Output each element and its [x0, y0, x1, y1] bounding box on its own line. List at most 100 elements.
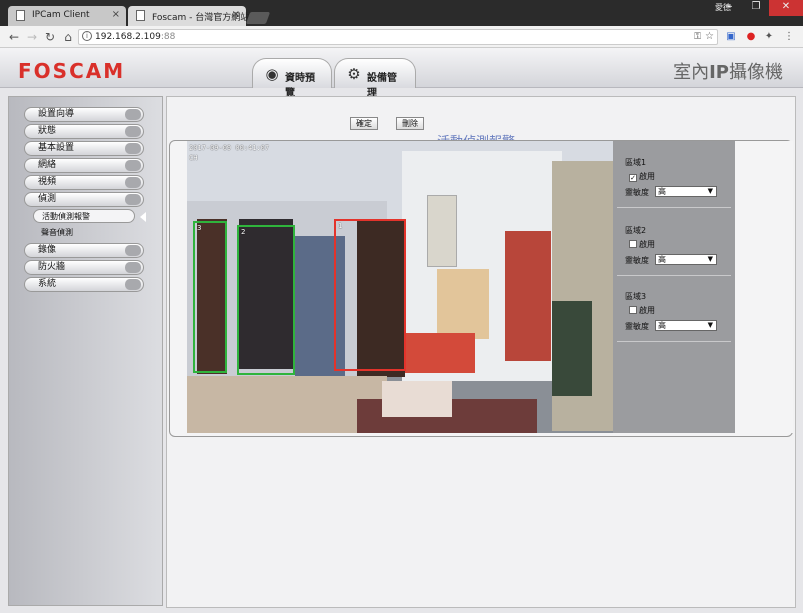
- zone-3-enable[interactable]: 啟用: [629, 305, 655, 316]
- detection-zone-1[interactable]: 1: [334, 219, 406, 371]
- zone-2-checkbox[interactable]: [629, 240, 637, 248]
- scene-can: [437, 269, 489, 339]
- extension-icon[interactable]: ✦: [762, 30, 776, 44]
- scene-bag: [505, 231, 551, 361]
- sidebar-item-firewall[interactable]: 防火牆: [24, 260, 144, 275]
- sidebar-subitem-motion-detection[interactable]: 活動偵測報警: [33, 209, 135, 223]
- confirm-button[interactable]: 確定: [350, 117, 378, 130]
- zone-2-settings: 區域2 啟用 靈敏度 高 ▼: [613, 225, 735, 277]
- zone-2-enable[interactable]: 啟用: [629, 239, 655, 250]
- sidebar-item-record[interactable]: 錄像: [24, 243, 144, 258]
- settings-sidebar: 設置向導 狀態 基本設置 網絡 視頻 偵測 活動偵測報警 聲音偵測 錄像 防火牆…: [8, 96, 163, 606]
- browser-tabbar: IPCam Client × Foscam - 台灣官方網站 × 愛德 – ❐ …: [0, 0, 803, 26]
- tab-device-settings[interactable]: ⚙ 設備管理: [334, 58, 416, 99]
- camera-video[interactable]: 2017-09-09 00:41:07 CH 1 2 3: [187, 141, 613, 433]
- key-icon[interactable]: ⚿: [694, 30, 701, 44]
- delete-button[interactable]: 刪除: [396, 117, 424, 130]
- chevron-down-icon: [125, 262, 141, 273]
- scene-white-package: [382, 381, 452, 417]
- browser-tab-ipcam-client[interactable]: IPCam Client ×: [8, 6, 126, 26]
- sidebar-item-video[interactable]: 視頻: [24, 175, 144, 190]
- zone-1-title: 區域1: [625, 158, 647, 167]
- chevron-down-icon: [125, 279, 141, 290]
- zone-1-sensitivity-label: 靈敏度: [625, 188, 649, 197]
- sidebar-item-detection[interactable]: 偵測: [24, 192, 144, 207]
- chevron-down-icon: [125, 194, 141, 205]
- menu-icon[interactable]: ⋮: [782, 30, 796, 44]
- dropdown-arrow-icon: ▼: [707, 321, 713, 329]
- maximize-icon[interactable]: ❐: [743, 0, 769, 16]
- zone-settings: 區域1 ✓ 啟用 靈敏度 高 ▼ 區域2 啟用 靈敏度 高 ▼ 區域3 啟用 靈敏度: [613, 141, 735, 433]
- zone-2-sensitivity-select[interactable]: 高 ▼: [655, 254, 717, 265]
- gear-icon: ⚙: [347, 65, 361, 83]
- window-controls: – ❐ ✕: [717, 0, 803, 16]
- zone-1-settings: 區域1 ✓ 啟用 靈敏度 高 ▼: [613, 157, 735, 209]
- page-icon: [136, 10, 145, 21]
- forward-arrow-icon[interactable]: →: [24, 29, 40, 45]
- scene-red-package: [405, 333, 475, 373]
- dropdown-arrow-icon: ▼: [707, 255, 713, 263]
- sidebar-item-basic-settings[interactable]: 基本設置: [24, 141, 144, 156]
- url-port: :88: [160, 32, 176, 42]
- tab-live-view[interactable]: ◉ 資時預覽: [252, 58, 332, 99]
- panel-right-pane: [735, 141, 793, 433]
- camera-icon: ◉: [265, 65, 279, 83]
- star-icon[interactable]: ☆: [705, 30, 714, 44]
- video-osd: 2017-09-09 00:41:07 CH: [189, 143, 269, 163]
- zone-3-title: 區域3: [625, 292, 647, 301]
- address-bar[interactable]: i 192.168.2.109:88 ⚿ ☆: [78, 29, 718, 45]
- opera-icon[interactable]: ●: [744, 30, 758, 44]
- browser-tab-foscam[interactable]: Foscam - 台灣官方網站 ×: [128, 6, 249, 26]
- active-pointer-icon: [140, 212, 146, 222]
- sidebar-subitem-sound-detection[interactable]: 聲音偵測: [33, 226, 135, 240]
- zone-3-checkbox[interactable]: [629, 306, 637, 314]
- detection-zone-3[interactable]: 3: [193, 221, 227, 373]
- info-icon[interactable]: i: [82, 31, 92, 41]
- content-area: 確定 刪除 活動偵測報警 201: [166, 96, 796, 608]
- sidebar-item-system[interactable]: 系統: [24, 277, 144, 292]
- page-title: 活動偵測報警: [437, 131, 515, 140]
- chevron-down-icon: [125, 109, 141, 120]
- osd-timestamp: 2017-09-09 00:41:07: [189, 144, 270, 152]
- chevron-down-icon: [125, 143, 141, 154]
- zone-1-sensitivity-select[interactable]: 高 ▼: [655, 186, 717, 197]
- product-name: 室內IP攝像機: [673, 62, 783, 83]
- zone-2-title: 區域2: [625, 226, 647, 235]
- translate-icon[interactable]: ▣: [724, 30, 738, 44]
- chevron-down-icon: [125, 177, 141, 188]
- chevron-down-icon: [125, 126, 141, 137]
- sidebar-item-network[interactable]: 網絡: [24, 158, 144, 173]
- foscam-app: FOSCAM ◉ 資時預覽 ⚙ 設備管理 室內IP攝像機 設置向導 狀態 基本設…: [0, 48, 803, 613]
- zone-2-sensitivity-label: 靈敏度: [625, 256, 649, 265]
- new-tab-button[interactable]: [245, 12, 271, 24]
- divider: [617, 275, 731, 276]
- dropdown-arrow-icon: ▼: [707, 187, 713, 195]
- chevron-down-icon: [125, 245, 141, 256]
- motion-detection-panel: 2017-09-09 00:41:07 CH 1 2 3 區域1 ✓ 啟用 靈敏度…: [169, 140, 793, 437]
- osd-channel: CH: [189, 154, 198, 162]
- detection-zone-2[interactable]: 2: [237, 225, 295, 375]
- sidebar-item-setup-wizard[interactable]: 設置向導: [24, 107, 144, 122]
- browser-toolbar: ← → ↻ ⌂ i 192.168.2.109:88 ⚿ ☆ ▣ ● ✦ ⋮: [0, 26, 803, 48]
- zone-1-enable[interactable]: ✓ 啟用: [629, 171, 655, 182]
- window-close-icon[interactable]: ✕: [769, 0, 803, 16]
- scene-green-package: [552, 301, 592, 396]
- zone-3-sensitivity-select[interactable]: 高 ▼: [655, 320, 717, 331]
- divider: [617, 207, 731, 208]
- zone-1-checkbox[interactable]: ✓: [629, 174, 637, 182]
- page-icon: [16, 10, 25, 21]
- chevron-down-icon: [125, 160, 141, 171]
- home-icon[interactable]: ⌂: [60, 29, 76, 45]
- close-icon[interactable]: ×: [112, 9, 120, 20]
- foscam-logo: FOSCAM: [18, 59, 126, 83]
- zone-3-sensitivity-label: 靈敏度: [625, 322, 649, 331]
- close-icon[interactable]: ×: [232, 9, 240, 20]
- reload-icon[interactable]: ↻: [42, 29, 58, 45]
- tab-title: IPCam Client: [32, 10, 90, 20]
- minimize-icon[interactable]: –: [717, 0, 743, 16]
- app-header: FOSCAM ◉ 資時預覽 ⚙ 設備管理 室內IP攝像機: [0, 48, 803, 99]
- back-arrow-icon[interactable]: ←: [6, 29, 22, 45]
- zone-3-settings: 區域3 啟用 靈敏度 高 ▼: [613, 291, 735, 343]
- sidebar-item-status[interactable]: 狀態: [24, 124, 144, 139]
- url-host: 192.168.2.109: [95, 32, 161, 42]
